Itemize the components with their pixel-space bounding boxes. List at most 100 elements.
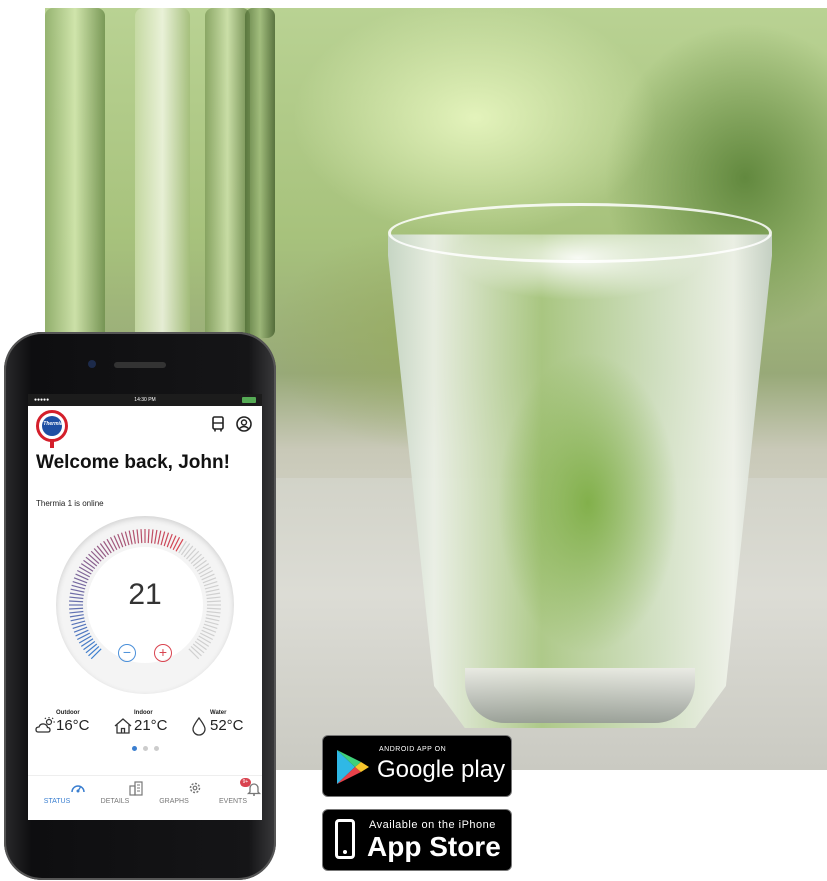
device-icon[interactable] — [210, 416, 226, 432]
dial-tick — [124, 531, 130, 546]
plant-stem — [45, 8, 105, 368]
store-title: Google play — [377, 756, 506, 783]
tab-bar: STATUS DETAILS GRAPHS 9+ EVENTS — [28, 775, 262, 820]
dial-tick — [205, 617, 220, 622]
dial-tick — [83, 640, 96, 651]
dial-tick — [188, 550, 200, 562]
google-play-badge[interactable]: ANDROID APP ON Google play — [322, 735, 512, 797]
dial-tick — [194, 640, 207, 651]
metric-value: 21°C — [134, 717, 168, 734]
status-bar: ●●●●● 14:30 PM — [28, 394, 262, 406]
dial-tick — [192, 643, 205, 654]
dial-value: 21 — [128, 578, 162, 611]
page-indicator[interactable] — [28, 746, 262, 751]
dial-tick — [80, 638, 94, 647]
dial-tick — [204, 620, 219, 626]
store-subtitle: ANDROID APP ON — [379, 746, 447, 753]
tab-details[interactable]: DETAILS — [86, 780, 144, 818]
tab-graphs[interactable]: GRAPHS — [145, 780, 203, 818]
metric-value: 16°C — [56, 717, 90, 734]
tab-status[interactable]: STATUS — [28, 780, 86, 818]
decrease-button[interactable]: − — [118, 644, 136, 662]
phone-mockup: ●●●●● 14:30 PM Thermia Welcome back, Joh… — [4, 332, 276, 880]
metric-indoor[interactable]: Indoor 21°C — [112, 710, 186, 740]
dial-tick — [80, 563, 94, 572]
dial-tick — [157, 530, 162, 545]
dial-tick — [154, 529, 158, 544]
sun-cloud-icon — [35, 717, 55, 733]
dial-tick — [196, 638, 210, 647]
gear-icon — [189, 782, 201, 794]
brand-logo[interactable]: Thermia — [36, 410, 68, 448]
dial-tick — [93, 548, 104, 560]
dial-tick — [90, 648, 102, 660]
dial-tick — [206, 614, 221, 618]
phone-camera — [88, 360, 96, 368]
status-time: 14:30 PM — [134, 397, 156, 403]
plant-stem — [205, 8, 250, 368]
tab-label: DETAILS — [100, 798, 130, 805]
tab-events[interactable]: 9+ EVENTS — [204, 778, 262, 818]
tab-label: EVENTS — [218, 798, 247, 805]
iphone-icon — [335, 819, 355, 859]
dial-tick — [147, 529, 150, 544]
dial-tick — [83, 559, 96, 570]
metric-label: Outdoor — [56, 710, 80, 716]
water-drop-icon — [192, 716, 206, 736]
dial-tick — [71, 620, 86, 626]
dial-tick — [96, 545, 107, 558]
store-title: App Store — [367, 831, 501, 862]
temperature-dial[interactable]: 21 − + — [56, 516, 234, 694]
dial-tick — [190, 553, 202, 564]
events-badge: 9+ — [240, 778, 251, 787]
dial-tick — [88, 553, 100, 564]
dial-tick — [178, 540, 187, 554]
building-icon — [129, 781, 143, 796]
store-subtitle: Available on the iPhone — [369, 819, 496, 831]
dial-tick — [190, 646, 202, 657]
bell-icon — [246, 783, 262, 796]
page-dot[interactable] — [142, 746, 148, 751]
metric-water[interactable]: Water 52°C — [188, 710, 262, 740]
dial-tick — [180, 543, 191, 556]
glass-of-water-icon — [388, 234, 772, 728]
welcome-heading: Welcome back, John! — [36, 452, 230, 473]
dial-tick — [70, 617, 85, 622]
dial-tick — [150, 529, 154, 544]
profile-icon[interactable] — [236, 416, 252, 432]
app-store-badge[interactable]: Available on the iPhone App Store — [322, 809, 512, 871]
dial-tick — [132, 529, 136, 544]
dial-tick — [85, 643, 98, 654]
online-status: Thermia 1 is online — [36, 499, 104, 508]
dial-tick — [160, 531, 166, 546]
dial-tick — [188, 648, 200, 660]
dial-tick — [90, 550, 102, 562]
gauge-icon — [71, 785, 85, 793]
dial-tick — [128, 530, 133, 545]
metric-label: Indoor — [134, 710, 153, 716]
metric-label: Water — [210, 710, 227, 716]
app-header: Thermia — [28, 406, 262, 450]
google-play-icon — [337, 750, 369, 784]
metric-value: 52°C — [210, 717, 244, 734]
dial-tick — [85, 556, 98, 567]
metric-outdoor[interactable]: Outdoor 16°C — [34, 710, 108, 740]
increase-button[interactable]: + — [154, 644, 172, 662]
dial-tick — [103, 540, 112, 554]
dial-tick — [140, 529, 143, 544]
glass-base — [465, 668, 695, 723]
page-dot[interactable] — [153, 746, 159, 751]
house-icon — [114, 718, 132, 734]
logo-stem — [50, 440, 54, 448]
dial-tick — [88, 646, 100, 657]
app-screen: ●●●●● 14:30 PM Thermia Welcome back, Joh… — [28, 394, 262, 820]
dial-tick — [194, 559, 207, 570]
metrics-row: Outdoor 16°C Indoor 21°C Water 52°C — [28, 710, 262, 740]
glass-rim — [388, 203, 772, 263]
plant-stem — [135, 8, 190, 368]
page-dot-active[interactable] — [131, 746, 137, 751]
dial-tick — [196, 563, 210, 572]
dial-tick — [99, 543, 110, 556]
phone-speaker — [114, 362, 166, 368]
plant-stem — [245, 8, 275, 338]
